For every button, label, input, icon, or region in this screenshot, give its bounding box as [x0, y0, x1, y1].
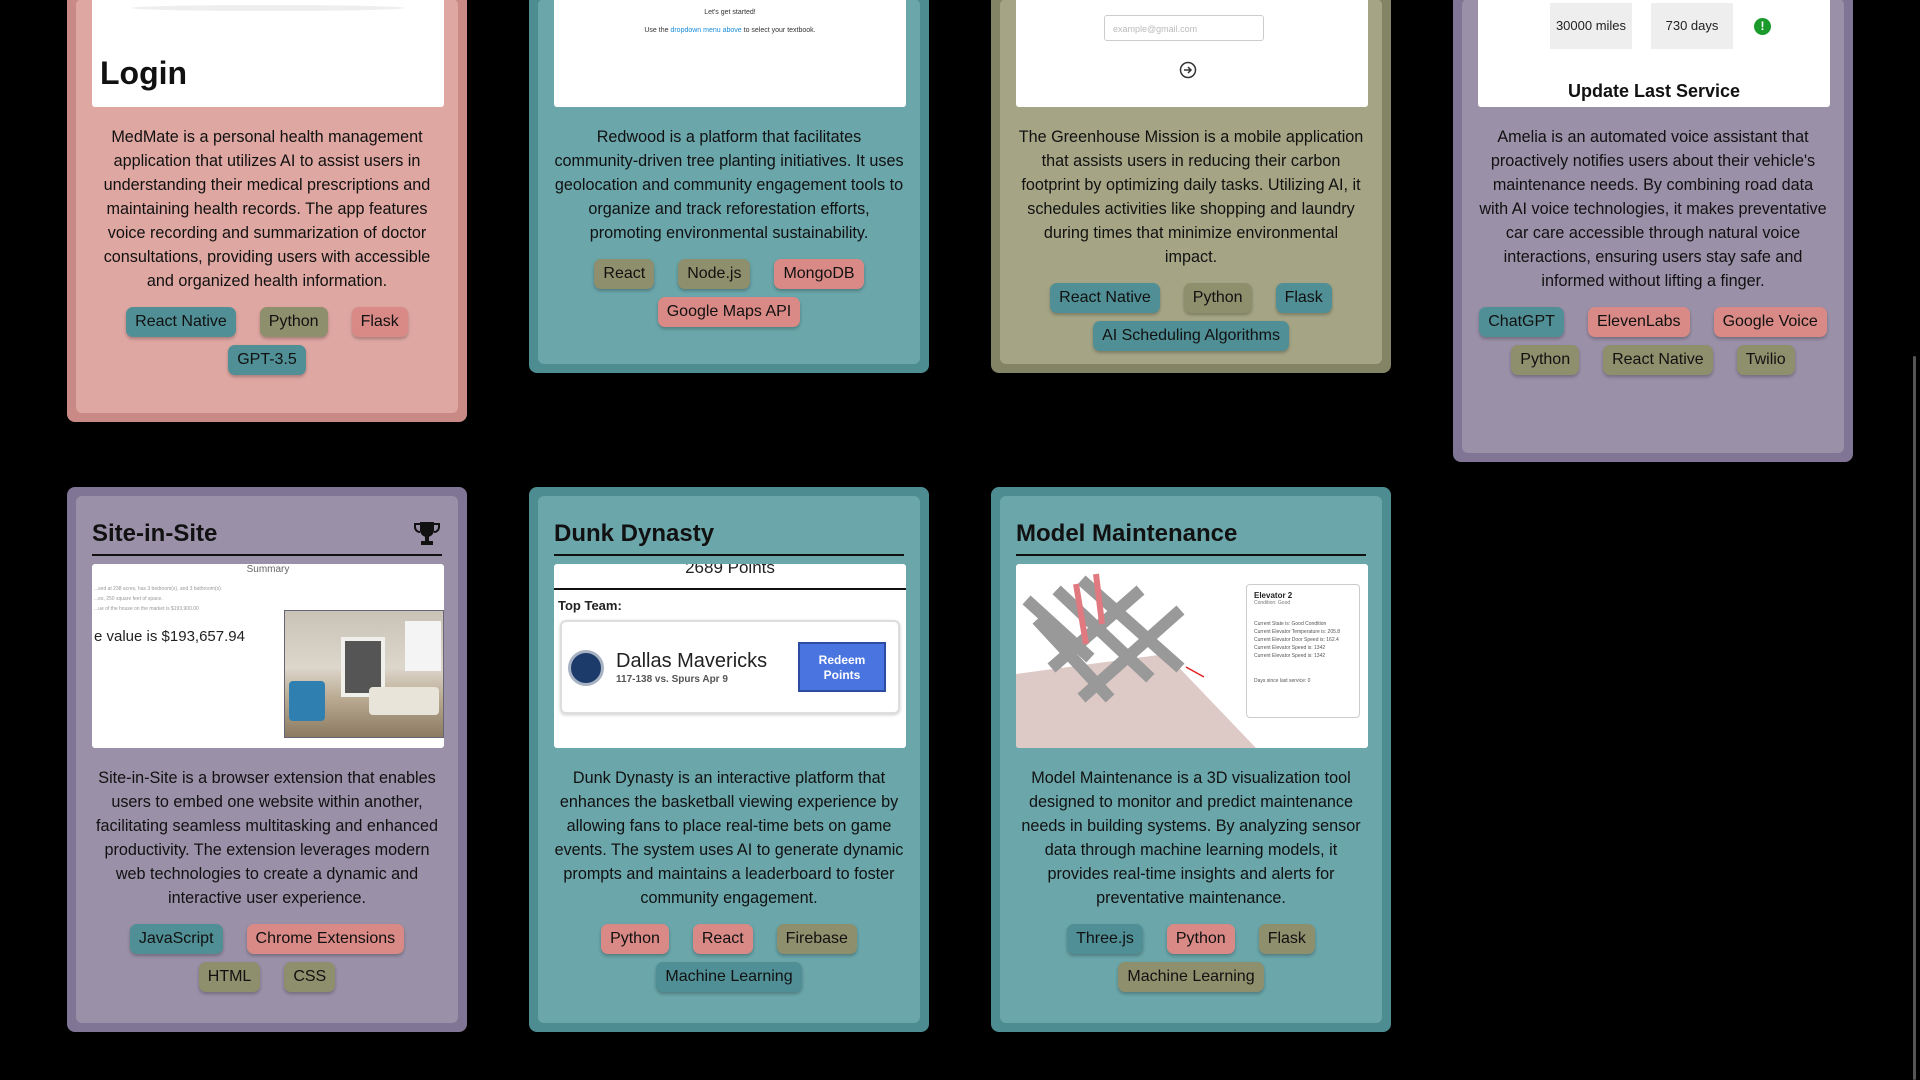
card-header: Model Maintenance — [1016, 496, 1366, 556]
panel-line: Current Elevator Speed is: 1342 — [1254, 645, 1326, 651]
tech-tag: Google Maps API — [657, 297, 801, 327]
logout-icon — [1179, 61, 1197, 79]
screenshot-login-heading: Login — [100, 55, 188, 91]
project-description: Amelia is an automated voice assistant t… — [1479, 128, 1827, 290]
redeem-points-button: Redeem Points — [798, 642, 886, 692]
tech-tag: Machine Learning — [656, 962, 802, 992]
project-description: MedMate is a personal health management … — [103, 128, 431, 290]
tech-tags: Python React Firebase Machine Learning — [554, 924, 904, 992]
page-scrollbar[interactable] — [1913, 356, 1916, 1080]
panel-line: Current State is: Good Condition — [1254, 621, 1327, 627]
building-3d-model — [1016, 573, 1256, 748]
screenshot-detail: ...es, 250 square feet of space. — [94, 596, 163, 602]
project-description: Model Maintenance is a 3D visualization … — [1021, 769, 1361, 907]
screenshot-headline: Let's get started! — [704, 9, 756, 16]
project-screenshot: 30000 miles 730 days ! Update Last Servi… — [1478, 0, 1830, 107]
project-card-greenhouse-mission[interactable]: example@gmail.com The Greenhouse Mission… — [991, 0, 1391, 373]
tech-tag: GPT-3.5 — [228, 345, 306, 375]
card-header: Site-in-Site — [92, 496, 442, 556]
project-card-model-maintenance[interactable]: Model Maintenance Elevator 2 Condition: … — [991, 487, 1391, 1032]
tech-tag: React — [692, 924, 753, 954]
alert-icon: ! — [1754, 18, 1771, 35]
project-screenshot: 2689 Points Top Team: Dallas Mavericks 1… — [554, 564, 906, 748]
project-screenshot: Elevator 2 Condition: Good Current State… — [1016, 564, 1368, 748]
tech-tag: React Native — [1603, 345, 1713, 375]
email-field: example@gmail.com — [1104, 15, 1264, 41]
card-title: Site-in-Site — [92, 520, 218, 547]
tech-tags: React Node.js MongoDB Google Maps API — [554, 259, 904, 327]
room-photo — [284, 610, 444, 738]
mileage-box: 30000 miles — [1550, 3, 1632, 49]
tech-tag: Flask — [351, 307, 408, 337]
tech-tag: Python — [1166, 924, 1235, 954]
tech-tag: Node.js — [678, 259, 751, 289]
panel-footer: Days since last service: 0 — [1254, 678, 1311, 684]
screenshot-detail: ...ue of the house on the market is $193… — [94, 606, 199, 612]
tech-tags: React Native Python Flask GPT-3.5 — [92, 307, 442, 375]
tech-tag: Python — [1183, 283, 1252, 313]
card-title: Dunk Dynasty — [554, 520, 715, 547]
project-screenshot: Summary ...sed at 238 acres, has 3 bedro… — [92, 564, 444, 748]
project-screenshot: Let's get started! Use the dropdown menu… — [554, 0, 906, 107]
trophy-icon — [412, 520, 442, 548]
card-header: Dunk Dynasty — [554, 496, 904, 556]
tech-tag: React Native — [1050, 283, 1160, 313]
tech-tag: Python — [1511, 345, 1580, 375]
top-team-label: Top Team: — [558, 598, 622, 613]
tech-tag: React — [594, 259, 655, 289]
screenshot-summary: Summary — [246, 564, 290, 575]
tech-tag: Google Voice — [1713, 307, 1827, 337]
panel-condition: Condition: Good — [1254, 600, 1291, 606]
tech-tags: Three.js Python Flask Machine Learning — [1016, 924, 1366, 992]
tech-tag: Python — [259, 307, 328, 337]
tech-tag: Chrome Extensions — [246, 924, 405, 954]
project-description: The Greenhouse Mission is a mobile appli… — [1018, 128, 1364, 266]
tech-tag: AI Scheduling Algorithms — [1093, 321, 1289, 351]
project-card-medmate[interactable]: Login MedMate is a personal health manag… — [67, 0, 467, 422]
tech-tag: Three.js — [1067, 924, 1143, 954]
mavericks-logo-icon — [568, 650, 604, 686]
screenshot-heading: Update Last Service — [1567, 81, 1741, 101]
tech-tag: React Native — [126, 307, 236, 337]
screenshot-detail: ...sed at 238 acres, has 3 bedroom(s), a… — [94, 586, 223, 592]
panel-title: Elevator 2 — [1254, 591, 1293, 600]
project-screenshot: Login — [92, 0, 444, 107]
status-panel: Elevator 2 Condition: Good Current State… — [1246, 584, 1360, 718]
project-card-redwood[interactable]: Let's get started! Use the dropdown menu… — [529, 0, 929, 373]
tech-tag: Twilio — [1736, 345, 1795, 375]
project-description: Redwood is a platform that facilitates c… — [554, 128, 904, 242]
tech-tag: Python — [601, 924, 669, 954]
team-card: Dallas Mavericks 117-138 vs. Spurs Apr 9… — [560, 620, 900, 714]
points-total: 2689 Points — [685, 564, 775, 577]
tech-tags: React Native Python Flask AI Scheduling … — [1016, 283, 1366, 351]
tech-tag: JavaScript — [129, 924, 223, 954]
tech-tags: ChatGPT ElevenLabs Google Voice Python R… — [1478, 307, 1828, 375]
project-card-site-in-site[interactable]: Site-in-Site Summary ...sed at 238 acres… — [67, 487, 467, 1032]
screenshot-value: e value is $193,657.94 — [94, 628, 245, 645]
tech-tag: Flask — [1275, 283, 1332, 313]
tech-tags: JavaScript Chrome Extensions HTML CSS — [92, 924, 442, 992]
panel-line: Current Elevator Speed is: 1342 — [1254, 653, 1326, 659]
project-description: Dunk Dynasty is an interactive platform … — [554, 769, 904, 907]
team-score: 117-138 vs. Spurs Apr 9 — [616, 674, 728, 685]
tech-tag: ElevenLabs — [1587, 307, 1690, 337]
project-card-dunk-dynasty[interactable]: Dunk Dynasty 2689 Points Top Team: Dalla… — [529, 487, 929, 1032]
card-title: Model Maintenance — [1016, 520, 1238, 547]
team-name: Dallas Mavericks — [616, 650, 768, 672]
tech-tag: Machine Learning — [1118, 962, 1264, 992]
screenshot-subline: Use the dropdown menu above to select yo… — [644, 27, 816, 34]
tech-tag: Flask — [1258, 924, 1315, 954]
days-box: 730 days — [1651, 3, 1733, 49]
panel-line: Current Elevator Temperature is: 205.8 — [1254, 629, 1341, 635]
tech-tag: MongoDB — [774, 259, 864, 289]
project-screenshot: example@gmail.com — [1016, 0, 1368, 107]
project-description: Site-in-Site is a browser extension that… — [96, 769, 438, 907]
tech-tag: CSS — [284, 962, 336, 992]
tech-tag: ChatGPT — [1479, 307, 1564, 337]
project-card-amelia[interactable]: 30000 miles 730 days ! Update Last Servi… — [1453, 0, 1853, 462]
tech-tag: HTML — [198, 962, 261, 992]
tech-tag: Firebase — [776, 924, 857, 954]
panel-line: Current Elevator Door Speed is: 162.4 — [1254, 637, 1339, 643]
